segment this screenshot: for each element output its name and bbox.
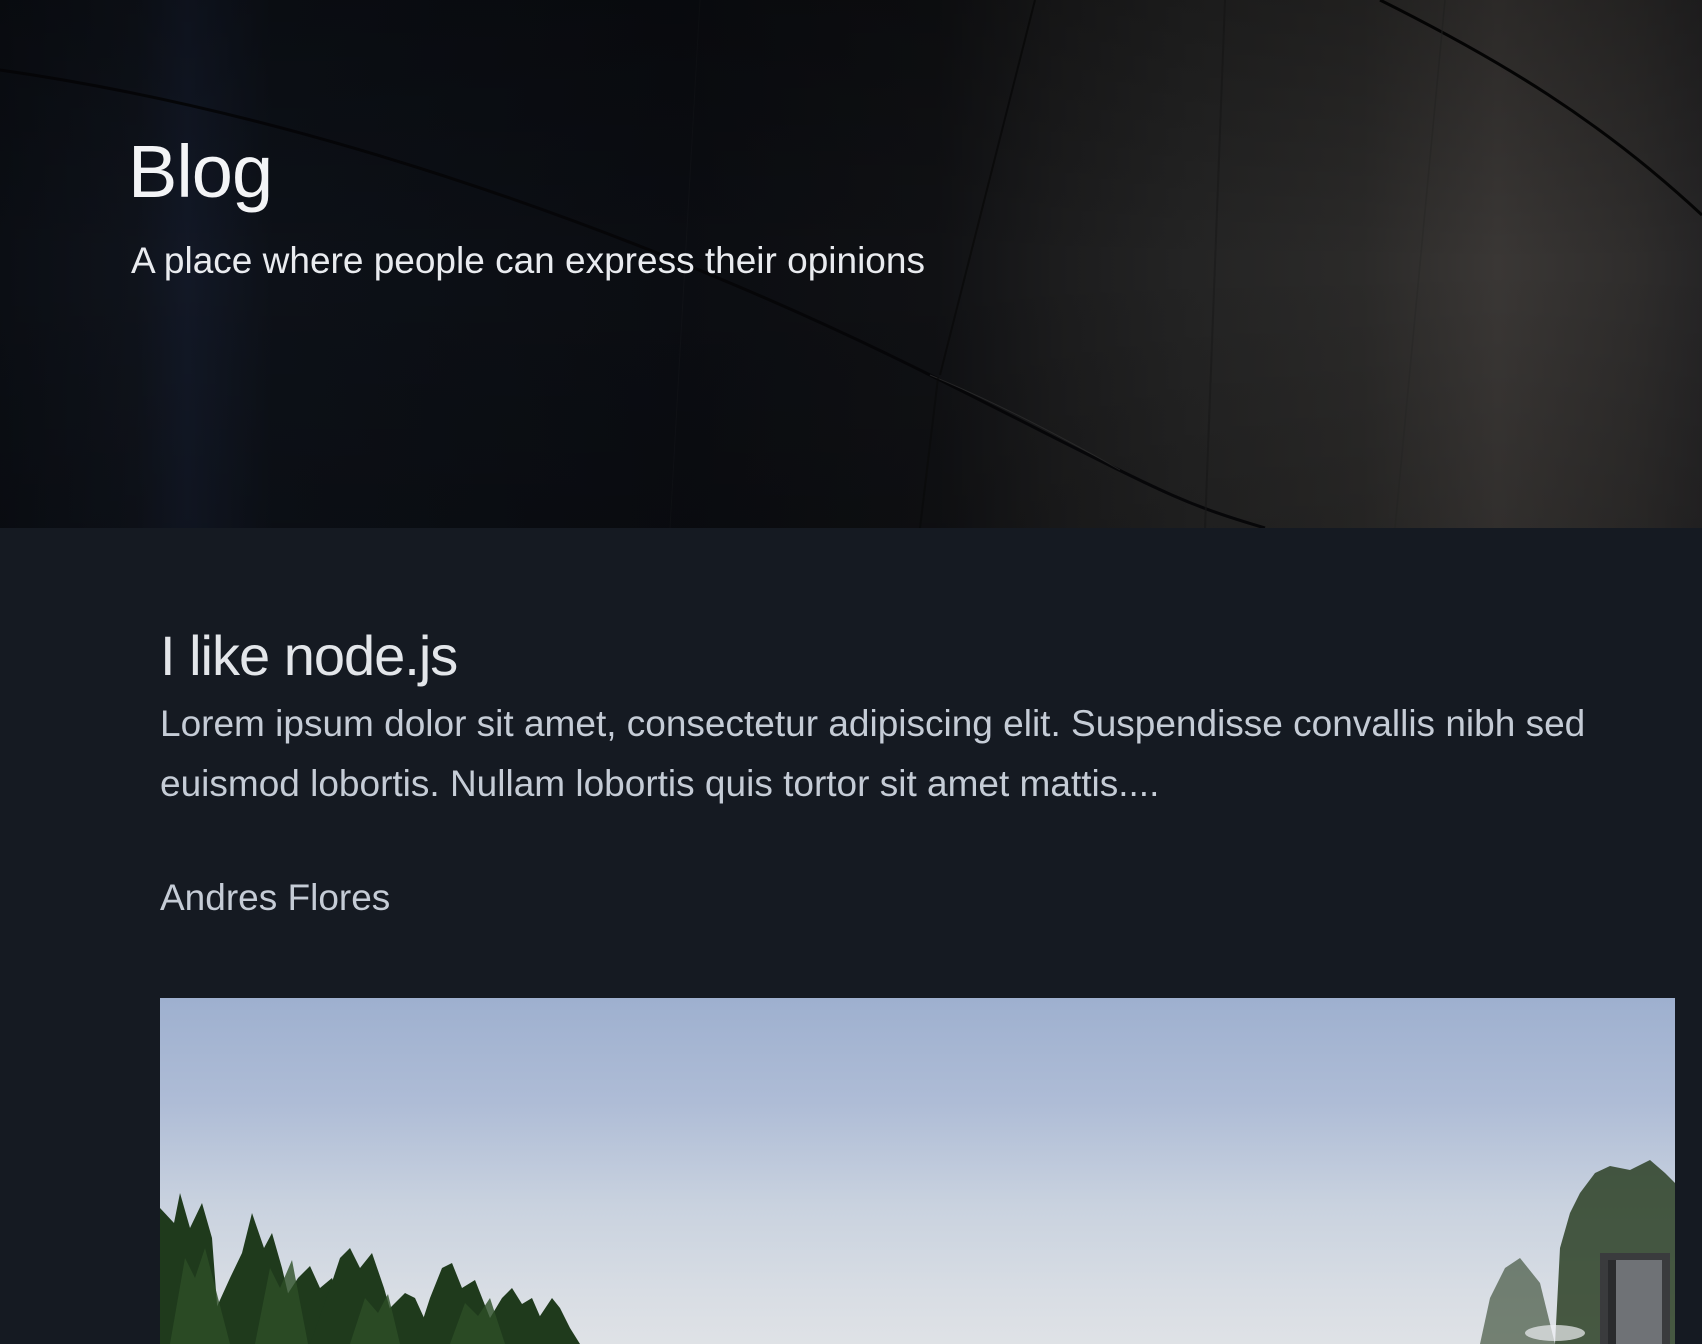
hero-banner: Blog A place where people can express th… — [0, 0, 1702, 528]
post-author: Andres Flores — [160, 877, 391, 918]
post-image-illustration — [160, 1160, 1675, 1344]
hero-subtitle: A place where people can express their o… — [131, 240, 925, 281]
post-image[interactable] — [160, 998, 1675, 1344]
post-title[interactable]: I like node.js — [160, 620, 1675, 692]
post-excerpt: Lorem ipsum dolor sit amet, consectetur … — [160, 703, 1586, 804]
hero-title: Blog — [128, 130, 273, 213]
post-card[interactable]: I like node.js Lorem ipsum dolor sit ame… — [160, 620, 1675, 922]
